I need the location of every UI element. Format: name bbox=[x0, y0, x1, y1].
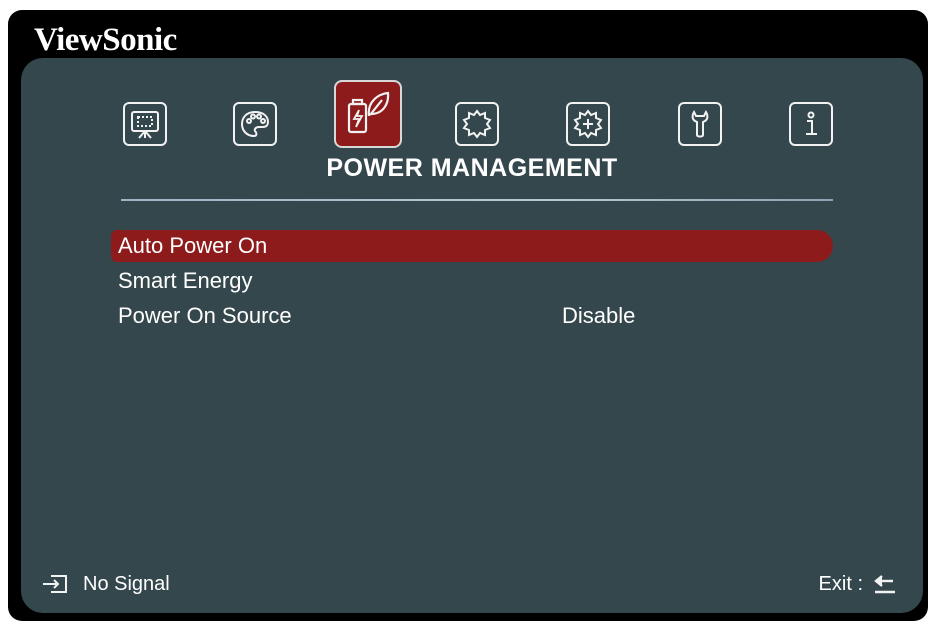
information-icon[interactable] bbox=[789, 102, 833, 146]
menu-item-power-on-source[interactable]: Power On Source Disable bbox=[111, 300, 833, 332]
osd-menu-frame: ViewSonic POWER MANAGEMENT Auto Power On… bbox=[8, 10, 928, 621]
brand-logo: ViewSonic bbox=[34, 22, 177, 58]
input-source-icon bbox=[43, 575, 67, 593]
menu-item-auto-power-on[interactable]: Auto Power On bbox=[111, 230, 833, 262]
osd-panel: POWER MANAGEMENT Auto Power On Smart Ene… bbox=[21, 58, 923, 613]
divider bbox=[121, 199, 833, 201]
exit-label: Exit : bbox=[818, 572, 863, 595]
menu-item-value: Disable bbox=[562, 303, 636, 328]
menu-item-label: Smart Energy bbox=[118, 268, 253, 293]
menu-item-smart-energy[interactable]: Smart Energy bbox=[111, 265, 833, 297]
menu-item-label: Auto Power On bbox=[118, 233, 268, 258]
advanced-gear-icon[interactable] bbox=[566, 102, 610, 146]
power-management-icon[interactable] bbox=[334, 80, 402, 148]
basic-gear-icon[interactable] bbox=[455, 102, 499, 146]
return-arrow-icon bbox=[874, 575, 895, 594]
tools-icon[interactable] bbox=[678, 102, 722, 146]
image-palette-icon[interactable] bbox=[233, 102, 277, 146]
menu-item-label: Power On Source bbox=[118, 303, 292, 328]
source-status: No Signal bbox=[41, 568, 170, 600]
exit-hint[interactable]: Exit : bbox=[819, 568, 899, 600]
section-title: POWER MANAGEMENT bbox=[326, 154, 618, 182]
source-status-label: No Signal bbox=[83, 572, 170, 595]
display-icon[interactable] bbox=[123, 102, 167, 146]
